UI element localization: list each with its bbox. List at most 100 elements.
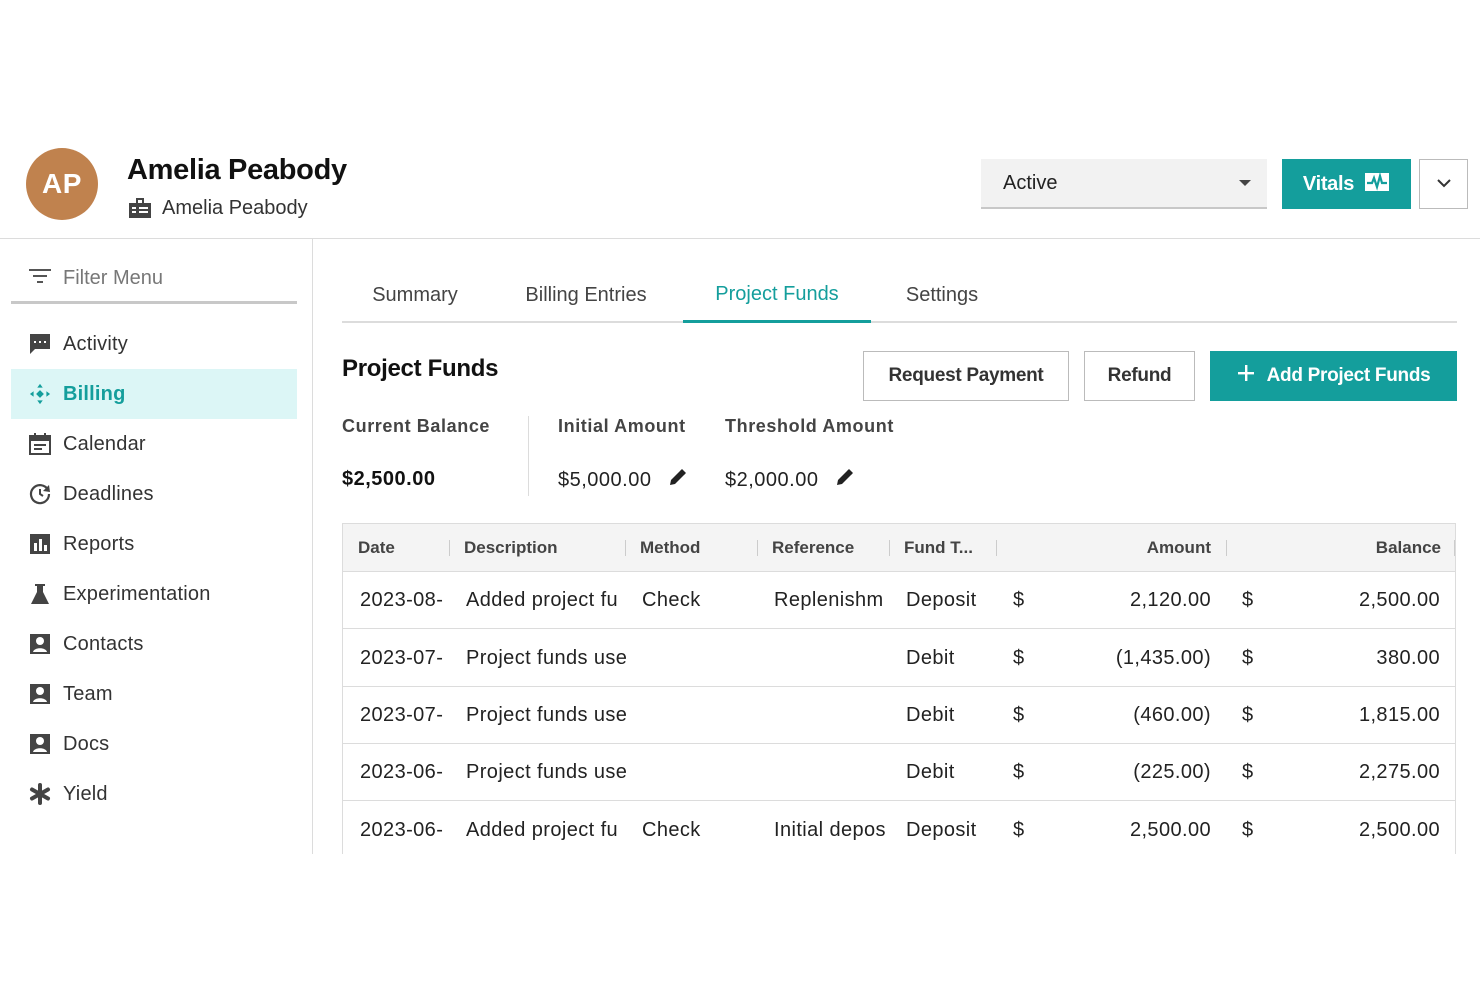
cell-description: Project funds use — [466, 647, 626, 669]
clock-icon — [29, 483, 51, 505]
cell-description: Project funds use — [466, 704, 626, 726]
threshold-amount-amount: $2,000.00 — [725, 468, 819, 491]
flask-icon — [29, 583, 51, 605]
table-row[interactable]: 2023-06- Added project fu Check Initial … — [343, 802, 1455, 854]
cell-method — [642, 744, 757, 801]
sidebar-item-billing[interactable]: Billing — [11, 369, 297, 419]
status-select[interactable]: Active — [981, 159, 1267, 209]
cell-date: 2023-06- — [360, 819, 444, 841]
cell-method — [642, 630, 757, 687]
table-row[interactable]: 2023-08- Added project fu Check Replenis… — [343, 572, 1455, 629]
cell-balance-currency: $ — [1242, 647, 1254, 669]
filter-menu-input[interactable]: Filter Menu — [11, 255, 297, 304]
column-header-description[interactable]: Description — [464, 524, 558, 572]
cell-description: Added project fu — [466, 819, 619, 841]
page-title: Project Funds — [342, 355, 499, 382]
contact-card-icon — [29, 683, 51, 705]
sidebar-item-label: Reports — [63, 532, 135, 555]
column-header-balance[interactable]: Balance — [1241, 524, 1441, 572]
sidebar-item-team[interactable]: Team — [11, 669, 297, 719]
sidebar-item-label: Contacts — [63, 632, 144, 655]
column-divider[interactable] — [449, 540, 450, 556]
column-header-date[interactable]: Date — [358, 524, 395, 572]
asterisk-icon — [29, 783, 51, 805]
sidebar-item-yield[interactable]: Yield — [11, 769, 297, 819]
table-row[interactable]: 2023-06- Project funds use Debit $ (225.… — [343, 744, 1455, 801]
table-row[interactable]: 2023-07- Project funds use Debit $ (460.… — [343, 687, 1455, 744]
cell-balance: 2,500.00 — [1358, 589, 1440, 611]
column-header-reference[interactable]: Reference — [772, 524, 854, 572]
filter-icon — [29, 268, 51, 289]
building-id-icon — [128, 197, 152, 219]
caret-down-icon — [1239, 180, 1251, 186]
sidebar-item-contacts[interactable]: Contacts — [11, 619, 297, 669]
column-divider[interactable] — [625, 540, 626, 556]
cell-amount: (1,435.00) — [1115, 647, 1211, 669]
request-payment-button[interactable]: Request Payment — [863, 351, 1069, 401]
column-divider[interactable] — [1226, 540, 1227, 556]
client-header: AP Amelia Peabody Amelia Peabody Active … — [0, 140, 1480, 239]
threshold-amount-value: $2,000.00 — [725, 468, 854, 492]
sidebar-item-activity[interactable]: Activity — [11, 319, 297, 369]
sidebar-item-label: Billing — [63, 382, 126, 405]
cell-fund-type: Debit — [906, 704, 955, 726]
table-row[interactable]: 2023-07- Project funds use Debit $ (1,43… — [343, 630, 1455, 687]
plus-icon — [1237, 364, 1255, 388]
sidebar-item-label: Experimentation — [63, 582, 211, 605]
sidebar-item-reports[interactable]: Reports — [11, 519, 297, 569]
cell-date: 2023-07- — [360, 647, 444, 669]
tab-settings[interactable]: Settings — [886, 268, 998, 323]
column-header-method[interactable]: Method — [640, 524, 700, 572]
cell-amount-currency: $ — [1013, 647, 1025, 669]
stat-divider — [528, 416, 529, 496]
cell-amount-currency: $ — [1013, 589, 1025, 611]
cell-reference — [774, 630, 890, 687]
sidebar-item-deadlines[interactable]: Deadlines — [11, 469, 297, 519]
add-project-funds-button[interactable]: Add Project Funds — [1210, 351, 1457, 401]
cell-reference — [774, 687, 890, 744]
refund-button[interactable]: Refund — [1084, 351, 1195, 401]
cell-amount-currency: $ — [1013, 704, 1025, 726]
chevron-down-icon — [1436, 175, 1452, 193]
more-options-button[interactable] — [1419, 159, 1468, 209]
column-divider[interactable] — [1454, 540, 1455, 556]
filter-menu-placeholder: Filter Menu — [63, 266, 164, 289]
column-header-fund-type[interactable]: Fund T... — [904, 524, 973, 572]
initial-amount-value: $5,000.00 — [558, 468, 687, 492]
initial-amount-amount: $5,000.00 — [558, 468, 652, 491]
cell-amount: 2,500.00 — [1129, 819, 1211, 841]
cell-description: Project funds use — [466, 761, 626, 783]
calendar-icon — [29, 433, 51, 455]
sidebar: Filter Menu Activity Billing Calendar De… — [0, 239, 313, 854]
column-divider[interactable] — [757, 540, 758, 556]
tab-project-funds[interactable]: Project Funds — [683, 268, 871, 323]
sidebar-item-docs[interactable]: Docs — [11, 719, 297, 769]
current-balance-value: $2,500.00 — [342, 468, 435, 491]
vitals-button[interactable]: Vitals — [1282, 159, 1411, 209]
sidebar-item-label: Deadlines — [63, 482, 154, 505]
cell-amount: (225.00) — [1133, 761, 1211, 783]
column-header-amount[interactable]: Amount — [1011, 524, 1211, 572]
pencil-icon[interactable] — [669, 468, 687, 492]
column-divider[interactable] — [889, 540, 890, 556]
current-balance-label: Current Balance — [342, 416, 491, 436]
sidebar-item-experimentation[interactable]: Experimentation — [11, 569, 297, 619]
project-funds-table: Date Description Method Reference Fund T… — [342, 523, 1456, 854]
cell-fund-type: Deposit — [906, 819, 977, 841]
sidebar-item-calendar[interactable]: Calendar — [11, 419, 297, 469]
chat-icon — [29, 333, 51, 355]
cell-fund-type: Debit — [906, 761, 955, 783]
tab-billing-entries[interactable]: Billing Entries — [504, 268, 668, 323]
cell-reference: Replenishm — [774, 589, 884, 611]
tab-summary[interactable]: Summary — [342, 268, 488, 323]
sidebar-item-label: Team — [63, 682, 113, 705]
current-balance-amount: $2,500.00 — [342, 468, 436, 490]
cell-balance-currency: $ — [1242, 589, 1254, 611]
sidebar-item-label: Yield — [63, 782, 108, 805]
pencil-icon[interactable] — [836, 468, 854, 492]
column-divider[interactable] — [996, 540, 997, 556]
cell-balance: 2,275.00 — [1358, 761, 1440, 783]
add-project-funds-label: Add Project Funds — [1266, 365, 1431, 386]
cell-amount: (460.00) — [1133, 704, 1211, 726]
client-name: Amelia Peabody — [127, 154, 347, 186]
